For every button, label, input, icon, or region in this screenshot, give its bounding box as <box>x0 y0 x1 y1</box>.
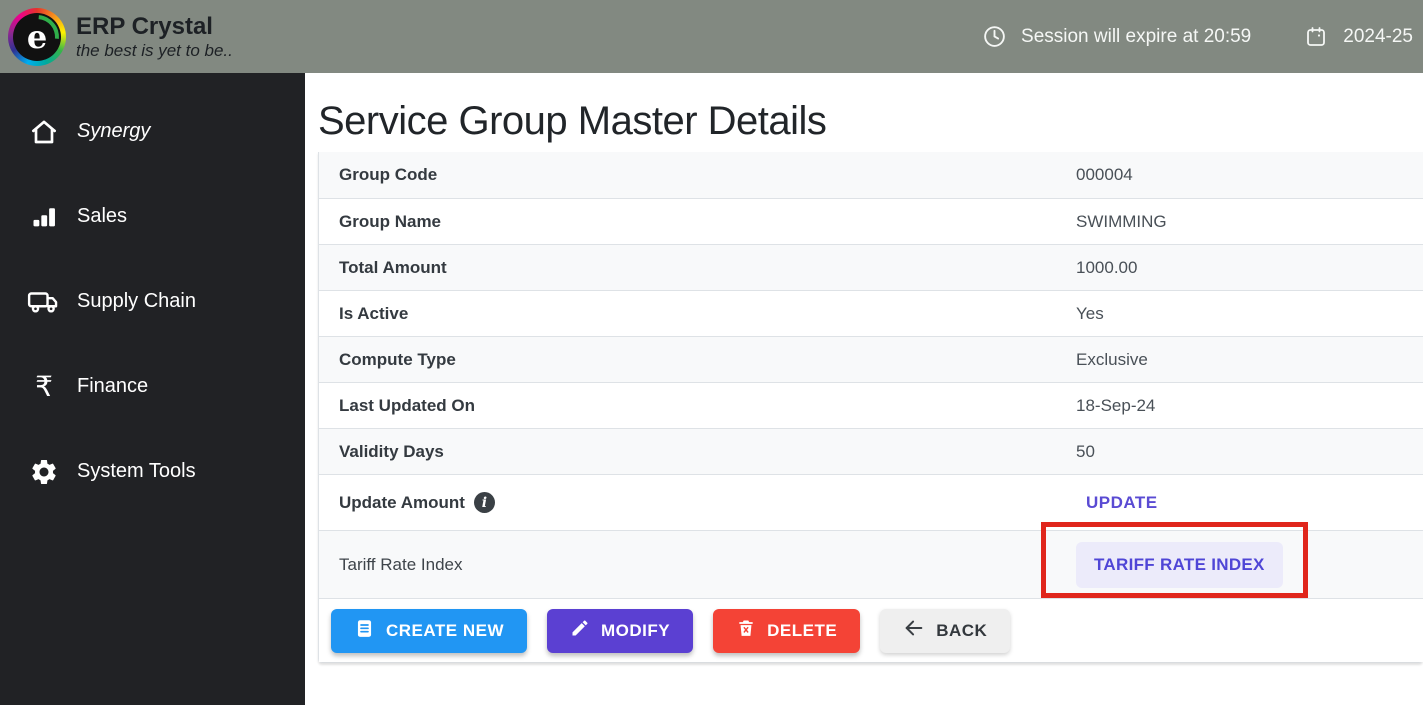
page: e ERP Crystal the best is yet to be.. Se… <box>0 0 1423 705</box>
brand-tagline: the best is yet to be.. <box>76 40 233 60</box>
arrow-left-icon <box>903 617 925 644</box>
create-new-button[interactable]: CREATE NEW <box>331 608 528 653</box>
detail-value: Exclusive <box>1076 349 1148 369</box>
main-content: Service Group Master Details Group Code … <box>305 73 1423 705</box>
detail-label: Tariff Rate Index <box>339 554 463 574</box>
detail-row-total-amount: Total Amount 1000.00 <box>319 244 1423 290</box>
detail-value: 1000.00 <box>1076 257 1138 277</box>
detail-label: Group Name <box>339 211 442 231</box>
brand-block: ERP Crystal the best is yet to be.. <box>76 13 233 60</box>
detail-row-validity-days: Validity Days 50 <box>319 428 1423 474</box>
detail-value: Yes <box>1076 303 1104 323</box>
tariff-rate-index-button[interactable]: TARIFF RATE INDEX <box>1076 541 1283 588</box>
detail-label: Group Code <box>339 165 438 184</box>
sidebar-item-label: Supply Chain <box>77 290 196 312</box>
details-card: Group Code 000004 Group Name SWIMMING To… <box>318 152 1423 663</box>
detail-label: Is Active <box>339 303 409 323</box>
detail-row-last-updated-on: Last Updated On 18-Sep-24 <box>319 382 1423 428</box>
detail-value: 50 <box>1076 441 1095 461</box>
gear-icon <box>27 457 61 487</box>
home-icon <box>27 116 61 148</box>
truck-icon <box>27 285 61 319</box>
detail-value: SWIMMING <box>1076 211 1167 231</box>
erp-crystal-logo-icon: e <box>6 5 68 68</box>
pencil-icon <box>570 618 590 643</box>
trash-icon <box>736 618 756 643</box>
sidebar-item-label: Finance <box>77 375 149 397</box>
detail-row-group-code: Group Code 000004 <box>319 152 1423 198</box>
actions-bar: CREATE NEW MODIFY DELETE BACK <box>319 598 1423 662</box>
detail-label: Last Updated On <box>339 395 476 415</box>
detail-label: Update Amount i <box>319 492 1076 513</box>
detail-row-update-amount: Update Amount i UPDATE <box>319 474 1423 530</box>
sidebar-item-finance[interactable]: ₹ Finance <box>0 344 305 429</box>
sidebar-item-sales[interactable]: Sales <box>0 174 305 259</box>
back-button[interactable]: BACK <box>880 608 1011 653</box>
fiscal-year: 2024-25 <box>1299 25 1413 49</box>
session-expiry-text: Session will expire at 20:59 <box>1021 25 1252 47</box>
sidebar-item-label: Sales <box>77 205 128 227</box>
detail-value: 000004 <box>1076 165 1133 184</box>
document-icon <box>354 618 375 644</box>
detail-value: 18-Sep-24 <box>1076 395 1156 415</box>
sidebar-item-synergy[interactable]: Synergy <box>0 89 305 174</box>
detail-label: Validity Days <box>339 441 444 461</box>
calendar-icon <box>1299 25 1333 49</box>
sidebar-item-system-tools[interactable]: System Tools <box>0 429 305 514</box>
sidebar-item-label: System Tools <box>77 460 196 482</box>
modify-button[interactable]: MODIFY <box>547 608 694 653</box>
sidebar-item-label: Synergy <box>77 120 151 142</box>
rupee-icon: ₹ <box>35 371 53 402</box>
brand-title: ERP Crystal <box>76 12 213 40</box>
detail-row-is-active: Is Active Yes <box>319 290 1423 336</box>
app-header: e ERP Crystal the best is yet to be.. Se… <box>0 0 1423 73</box>
fiscal-year-text: 2024-25 <box>1343 25 1413 47</box>
detail-label: Total Amount <box>339 257 447 277</box>
clock-icon <box>977 24 1011 49</box>
detail-row-group-name: Group Name SWIMMING <box>319 198 1423 244</box>
sidebar: Synergy Sales Supply Chain ₹ Finance Sys… <box>0 73 305 705</box>
delete-button[interactable]: DELETE <box>713 608 861 653</box>
detail-row-compute-type: Compute Type Exclusive <box>319 336 1423 382</box>
sidebar-item-supply-chain[interactable]: Supply Chain <box>0 259 305 344</box>
detail-label: Compute Type <box>339 349 456 369</box>
bar-chart-icon <box>27 203 61 231</box>
page-title: Service Group Master Details <box>318 99 827 143</box>
session-expiry: Session will expire at 20:59 <box>977 24 1251 49</box>
detail-row-tariff-rate-index: Tariff Rate Index TARIFF RATE INDEX <box>319 530 1423 598</box>
update-link[interactable]: UPDATE <box>1086 493 1158 513</box>
info-icon[interactable]: i <box>473 492 495 513</box>
